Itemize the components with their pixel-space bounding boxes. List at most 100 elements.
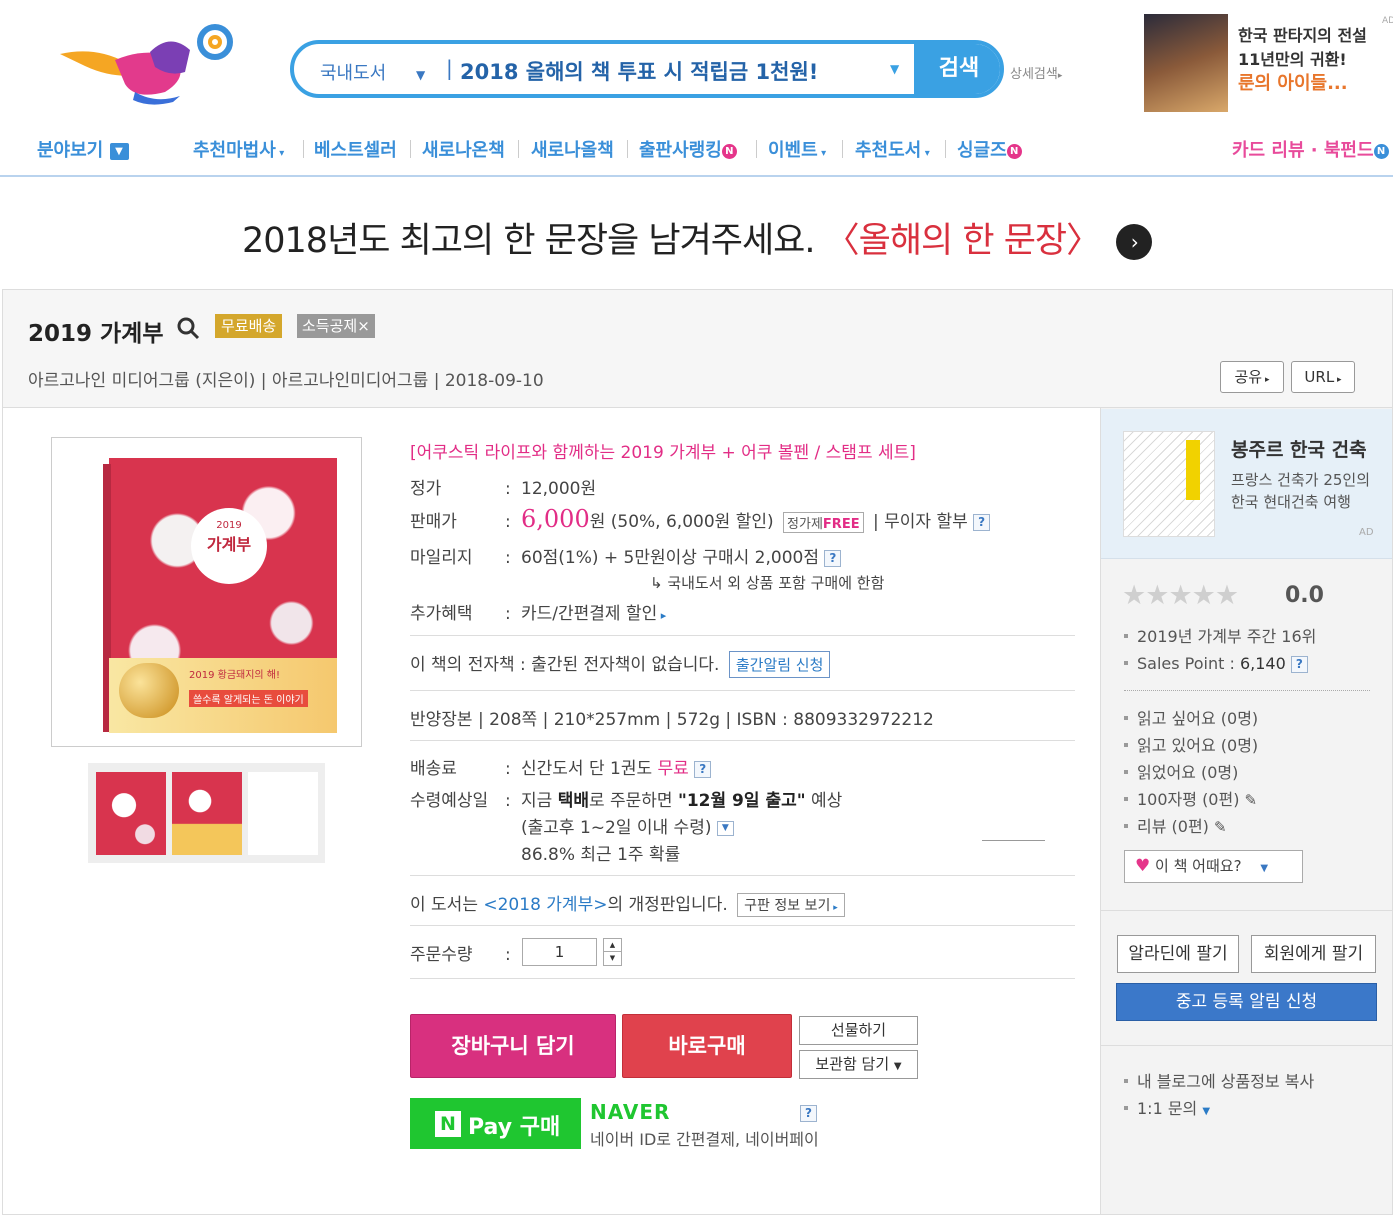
nav-browse[interactable]: 분야보기 ▼ (37, 136, 129, 162)
quantity-stepper[interactable]: ▲ ▼ (603, 938, 622, 966)
sidebar-ad[interactable]: 봉주르 한국 건축 프랑스 건축가 25인의 한국 현대건축 여행 AD (1101, 409, 1392, 559)
decrement-icon[interactable]: ▼ (603, 952, 622, 966)
book-cover-frame[interactable]: 2019 가계부 2019 황금돼지의 해! 쓸수록 알게되는 돈 이야기 (51, 437, 362, 747)
wishlist-button[interactable]: 보관함 담기 ▼ (799, 1050, 918, 1079)
url-button[interactable]: URL ▸ (1291, 361, 1355, 393)
short-reviews[interactable]: 100자평 (0편) ✎ (1124, 786, 1258, 813)
increment-icon[interactable]: ▲ (603, 938, 622, 952)
ebook-alert-button[interactable]: 출간알림 신청 (728, 651, 831, 678)
share-button[interactable]: 공유 ▸ (1220, 361, 1284, 393)
buy-now-button[interactable]: 바로구매 (622, 1014, 792, 1078)
heart-icon: ♥ (1135, 856, 1151, 876)
free-shipping-badge: 무료배송 (215, 314, 283, 338)
search-input[interactable]: 2018 올해의 책 투표 시 적립금 1천원! (460, 56, 890, 86)
thumbnail-3[interactable] (248, 772, 318, 855)
new-badge-icon: N (1373, 143, 1389, 159)
have-read[interactable]: 읽었어요 (0명) (1124, 759, 1258, 786)
extra-benefit-row[interactable]: 추가혜택: 카드/간편결제 할인 ▸ (410, 599, 666, 624)
nav-upcoming-books[interactable]: 새로나올책 (531, 136, 614, 162)
quantity-row: 주문수량: (410, 945, 511, 965)
sidebar-ad-title: 봉주르 한국 건축 (1231, 439, 1367, 461)
nav-recommend-wizard[interactable]: 추천마법사 ▾ (193, 136, 284, 162)
edition-row: 이 도서는 <2018 가계부>의 개정판입니다. 구판 정보 보기 ▸ (410, 890, 845, 917)
sidebar-ad-sub1: 프랑스 건축가 25인의 (1231, 471, 1371, 489)
naver-pay-button[interactable]: N Pay 구매 (410, 1098, 581, 1149)
sidebar-section-divider (1101, 1045, 1392, 1046)
gift-button[interactable]: 선물하기 (799, 1016, 918, 1045)
search-button[interactable]: 검색 (914, 44, 1000, 94)
thumbnail-1[interactable] (96, 772, 166, 855)
help-icon[interactable]: ? (694, 760, 712, 778)
product-title: 2019 가계부 (28, 321, 164, 347)
blog-copy-link[interactable]: 내 블로그에 상품정보 복사 (1124, 1068, 1314, 1095)
previous-edition-link[interactable]: <2018 가계부> (483, 895, 607, 915)
reading-now[interactable]: 읽고 있어요 (0명) (1124, 732, 1258, 759)
nav-singles[interactable]: 싱글즈 N (957, 136, 1022, 162)
help-icon[interactable]: ? (1290, 656, 1308, 673)
help-icon[interactable]: ? (824, 549, 842, 567)
search-dropdown-icon[interactable]: ▼ (890, 62, 899, 76)
weekly-rank[interactable]: 2019년 가계부 주간 16위 (1124, 623, 1316, 650)
new-badge-icon: N (721, 143, 737, 159)
star-rating: ★★★★★ (1122, 580, 1239, 611)
chevron-down-icon: ▼ (1202, 1106, 1211, 1117)
sale-price-row: 판매가:6,000원 (50%, 6,000원 할인) 정가제FREE | 무이… (410, 505, 991, 533)
tax-deduction-badge: 소득공제× (297, 314, 375, 338)
search-icon[interactable] (176, 316, 200, 344)
specs-row: 반양장본 | 208쪽 | 210*257mm | 572g | ISBN : … (410, 710, 934, 730)
used-alert-button[interactable]: 중고 등록 알림 신청 (1116, 983, 1377, 1021)
advanced-search-link[interactable]: 상세검색▸ (1010, 63, 1062, 82)
reviews[interactable]: 리뷰 (0편) ✎ (1124, 813, 1258, 840)
mileage-note: ↳ 국내도서 외 상품 포함 구매에 한함 (650, 574, 885, 592)
star-icon: ★ (1191, 580, 1216, 611)
sell-to-aladin-button[interactable]: 알라딘에 팔기 (1117, 935, 1239, 973)
arrow-right-icon: › (1116, 224, 1153, 260)
help-icon[interactable]: ? (800, 1103, 817, 1122)
naver-logo: NAVER (590, 1100, 671, 1124)
thumbnail-strip (88, 763, 325, 863)
naver-pay-note: 네이버 ID로 간편결제, 네이버페이 (590, 1130, 819, 1149)
product-meta: 아르고나인 미디어그룹 (지은이) | 아르고나인미디어그룹 | 2018-09… (28, 371, 544, 391)
sell-to-member-button[interactable]: 회원에게 팔기 (1251, 935, 1376, 973)
probability-bar (982, 840, 1045, 841)
sidebar-section-divider (1101, 910, 1392, 911)
add-to-cart-button[interactable]: 장바구니 담기 (410, 1014, 616, 1078)
nav-recommended-books[interactable]: 추천도서 ▾ (855, 136, 930, 162)
sale-price: 6,000 (521, 505, 590, 533)
star-icon: ★ (1122, 580, 1146, 611)
ebook-row: 이 책의 전자책 : 출간된 전자책이 없습니다. 출간알림 신청 (410, 650, 831, 678)
nav-card-review-bookfund[interactable]: 카드 리뷰 · 북펀드 N (1232, 136, 1389, 162)
chevron-down-icon: ▼ (1260, 863, 1269, 874)
want-to-read[interactable]: 읽고 싶어요 (0명) (1124, 705, 1258, 732)
edit-icon[interactable]: ✎ (1214, 818, 1227, 836)
ad-tag: AD (1382, 16, 1393, 26)
browse-toggle-icon: ▼ (109, 142, 129, 160)
close-icon: × (357, 317, 370, 335)
inquiry-link[interactable]: 1:1 문의 ▼ (1124, 1095, 1314, 1122)
edit-icon[interactable]: ✎ (1245, 791, 1258, 809)
quantity-input[interactable]: 1 (522, 938, 597, 966)
nav-events[interactable]: 이벤트 ▾ (768, 136, 826, 162)
previous-edition-button[interactable]: 구판 정보 보기 ▸ (737, 893, 845, 917)
header-ad[interactable]: 한국 판타지의 전설 11년만의 귀환! 룬의 아이들... AD (1144, 14, 1393, 114)
cover-medallion: 2019 가계부 (191, 508, 267, 584)
search-category-select[interactable]: 국내도서 ▼ (320, 59, 425, 85)
sales-point: Sales Point : 6,140 ? (1124, 650, 1316, 677)
nav-bestseller[interactable]: 베스트셀러 (314, 136, 397, 162)
aladin-logo[interactable] (55, 22, 240, 107)
book-cover-image: 2019 가계부 2019 황금돼지의 해! 쓸수록 알게되는 돈 이야기 (103, 458, 337, 733)
ad-line1: 한국 판타지의 전설 (1238, 26, 1367, 45)
expand-icon[interactable]: ▼ (716, 820, 734, 836)
list-price-row: 정가:12,000원 (410, 479, 597, 499)
help-icon[interactable]: ? (973, 513, 991, 531)
chevron-down-icon: ▼ (415, 68, 426, 82)
how-about-button[interactable]: ♥ 이 책 어때요? ▼ (1124, 850, 1303, 883)
star-icon: ★ (1168, 580, 1192, 611)
promo-banner[interactable]: 2018년도 최고의 한 문장을 남겨주세요. 〈올해의 한 문장〉 › (242, 212, 1153, 263)
nav-publisher-ranking[interactable]: 출판사랭킹 N (639, 136, 737, 162)
delivery-probability: 86.8% 최근 1주 확률 (521, 845, 681, 865)
nav-new-books[interactable]: 새로나온책 (422, 136, 505, 162)
thumbnail-2[interactable] (172, 772, 242, 855)
sidebar-ad-tag: AD (1359, 527, 1374, 538)
sidebar-ad-cover (1123, 431, 1215, 537)
